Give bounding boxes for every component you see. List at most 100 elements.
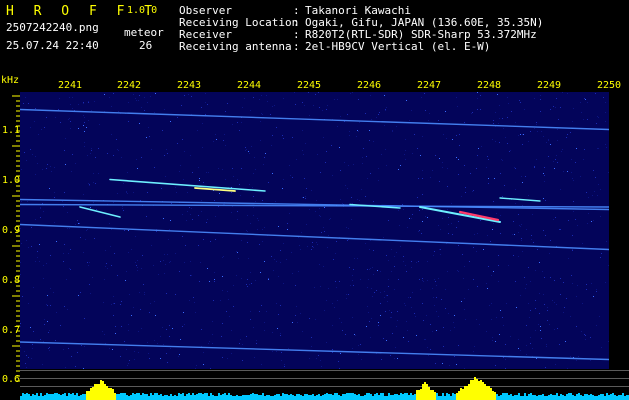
noise-pixel bbox=[71, 171, 72, 172]
noise-pixel bbox=[463, 278, 464, 279]
level-bar bbox=[352, 393, 354, 400]
noise-pixel bbox=[590, 337, 591, 338]
noise-pixel bbox=[39, 244, 40, 245]
noise-pixel bbox=[167, 362, 168, 363]
noise-pixel bbox=[312, 242, 313, 243]
noise-pixel bbox=[559, 229, 560, 230]
noise-pixel bbox=[118, 111, 119, 112]
level-bar bbox=[88, 391, 90, 400]
noise-pixel bbox=[479, 324, 480, 325]
noise-pixel bbox=[250, 272, 251, 273]
noise-pixel bbox=[147, 342, 148, 343]
noise-pixel bbox=[123, 210, 124, 211]
noise-pixel bbox=[133, 192, 134, 193]
noise-pixel bbox=[480, 220, 481, 221]
noise-pixel bbox=[593, 296, 594, 297]
noise-pixel bbox=[166, 353, 167, 354]
noise-pixel bbox=[383, 338, 384, 339]
noise-pixel bbox=[68, 119, 69, 120]
noise-pixel bbox=[264, 330, 265, 331]
noise-pixel bbox=[128, 121, 129, 122]
level-bar bbox=[338, 395, 340, 400]
noise-pixel bbox=[256, 343, 257, 344]
noise-pixel bbox=[453, 322, 454, 323]
noise-pixel bbox=[118, 150, 119, 151]
noise-pixel bbox=[502, 118, 503, 119]
noise-pixel bbox=[239, 184, 240, 185]
level-bar bbox=[556, 393, 558, 400]
noise-pixel bbox=[396, 126, 397, 127]
noise-pixel bbox=[104, 279, 105, 280]
level-bar bbox=[454, 394, 456, 400]
noise-pixel bbox=[335, 281, 336, 282]
info-antenna-value: 2el-HB9CV Vertical (el. E-W) bbox=[305, 40, 491, 53]
noise-pixel bbox=[544, 304, 545, 305]
noise-pixel bbox=[94, 101, 95, 102]
noise-pixel bbox=[492, 139, 493, 140]
level-bar bbox=[482, 382, 484, 400]
noise-pixel bbox=[586, 284, 587, 285]
noise-pixel bbox=[531, 239, 532, 240]
noise-pixel bbox=[63, 349, 64, 350]
noise-pixel bbox=[290, 175, 291, 176]
noise-pixel bbox=[432, 331, 433, 332]
noise-pixel bbox=[135, 236, 136, 237]
noise-pixel bbox=[411, 261, 412, 262]
noise-pixel bbox=[553, 106, 554, 107]
noise-pixel bbox=[397, 311, 398, 312]
noise-pixel bbox=[477, 155, 478, 156]
noise-pixel bbox=[111, 265, 112, 266]
noise-pixel bbox=[275, 201, 276, 202]
level-bar bbox=[290, 394, 292, 400]
noise-pixel bbox=[373, 201, 374, 202]
noise-pixel bbox=[434, 279, 435, 280]
noise-pixel bbox=[144, 292, 145, 293]
noise-pixel bbox=[478, 148, 479, 149]
noise-pixel bbox=[170, 220, 171, 221]
noise-pixel bbox=[498, 255, 499, 256]
level-bar bbox=[508, 395, 510, 400]
level-bar bbox=[370, 394, 372, 400]
noise-pixel bbox=[520, 350, 521, 351]
noise-pixel bbox=[40, 217, 41, 218]
noise-pixel bbox=[353, 164, 354, 165]
noise-pixel bbox=[209, 341, 210, 342]
level-bar bbox=[372, 396, 374, 400]
level-bar bbox=[580, 395, 582, 400]
level-bar bbox=[210, 393, 212, 400]
noise-pixel bbox=[536, 159, 537, 160]
noise-pixel bbox=[515, 189, 516, 190]
level-bar bbox=[582, 396, 584, 400]
noise-pixel bbox=[329, 219, 330, 220]
x-tick-label: 2248 bbox=[477, 80, 502, 91]
noise-pixel bbox=[535, 308, 536, 309]
level-bar bbox=[110, 388, 112, 400]
noise-pixel bbox=[405, 139, 406, 140]
noise-pixel bbox=[84, 318, 85, 319]
noise-pixel bbox=[93, 173, 94, 174]
noise-pixel bbox=[487, 235, 488, 236]
noise-pixel bbox=[347, 114, 348, 115]
noise-pixel bbox=[436, 285, 437, 286]
level-bar bbox=[184, 396, 186, 400]
noise-pixel bbox=[264, 157, 265, 158]
noise-pixel bbox=[547, 310, 548, 311]
noise-pixel bbox=[499, 334, 500, 335]
noise-pixel bbox=[462, 254, 463, 255]
noise-pixel bbox=[276, 351, 277, 352]
noise-pixel bbox=[595, 93, 596, 94]
noise-pixel bbox=[385, 311, 386, 312]
noise-pixel bbox=[472, 191, 473, 192]
noise-pixel bbox=[608, 265, 609, 266]
level-bar bbox=[100, 380, 102, 400]
noise-pixel bbox=[146, 216, 147, 217]
noise-pixel bbox=[525, 176, 526, 177]
noise-pixel bbox=[386, 165, 387, 166]
noise-pixel bbox=[113, 155, 114, 156]
noise-pixel bbox=[278, 226, 279, 227]
noise-pixel bbox=[464, 309, 465, 310]
noise-pixel bbox=[282, 188, 283, 189]
noise-pixel bbox=[121, 326, 122, 327]
noise-pixel bbox=[30, 327, 31, 328]
level-bar bbox=[34, 395, 36, 400]
